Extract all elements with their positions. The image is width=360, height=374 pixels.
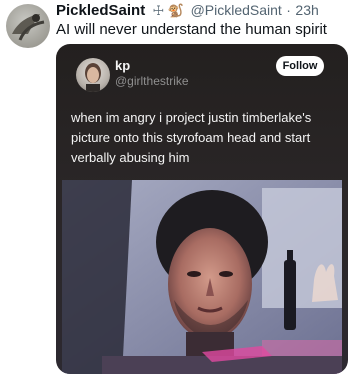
timestamp[interactable]: 23h <box>295 2 318 18</box>
name-emoji-badges: ☩ 🐒 <box>152 3 185 18</box>
tweet-header: PickledSaint ☩ 🐒 @PickledSaint · 23h <box>56 2 354 20</box>
quoted-display-name[interactable]: kp <box>115 58 130 73</box>
quoted-avatar[interactable] <box>76 58 110 92</box>
quoted-avatar-image <box>85 63 101 92</box>
quoted-tweet-text: when im angry i project justin timberlak… <box>71 110 312 165</box>
user-handle[interactable]: @PickledSaint <box>191 2 282 18</box>
separator-dot: · <box>286 2 291 18</box>
quoted-user-handle[interactable]: @girlthestrike <box>115 74 189 88</box>
follow-button[interactable]: Follow <box>276 56 324 76</box>
avatar-image <box>12 14 45 41</box>
display-name[interactable]: PickledSaint <box>56 2 145 19</box>
tweet-media-image[interactable] <box>62 180 342 374</box>
styrofoam-head-photo <box>62 180 342 374</box>
quoted-tweet-card[interactable]: kp @girlthestrike Follow when im angry i… <box>56 44 348 374</box>
avatar[interactable] <box>6 4 50 48</box>
tweet-text: AI will never understand the human spiri… <box>56 21 327 38</box>
